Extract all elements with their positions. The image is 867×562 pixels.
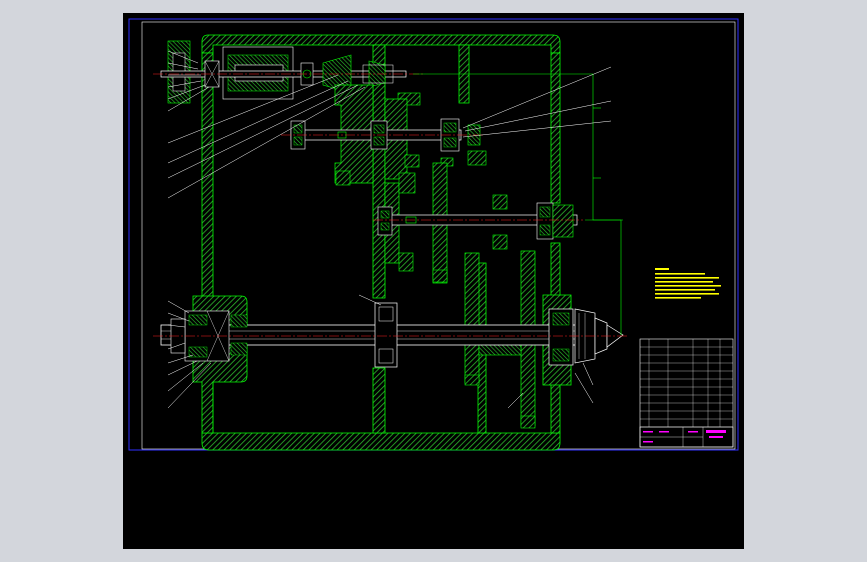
cad-viewer (0, 0, 867, 562)
technical-notes (655, 268, 721, 299)
spindle-bearing-mid (374, 302, 398, 368)
title-block (639, 338, 734, 448)
gearbox-assembly-drawing (128, 18, 739, 451)
spindle-gear-1 (464, 252, 480, 384)
housing-bottom-wall (201, 432, 561, 451)
end-cap-third (552, 204, 574, 238)
drawing-sheet[interactable] (123, 13, 744, 549)
housing-right-wall-lower (550, 377, 561, 434)
housing-middle-partition-lower (372, 367, 386, 434)
housing-right-wall-mid (550, 242, 561, 301)
housing-right-wall-upper (550, 52, 561, 204)
